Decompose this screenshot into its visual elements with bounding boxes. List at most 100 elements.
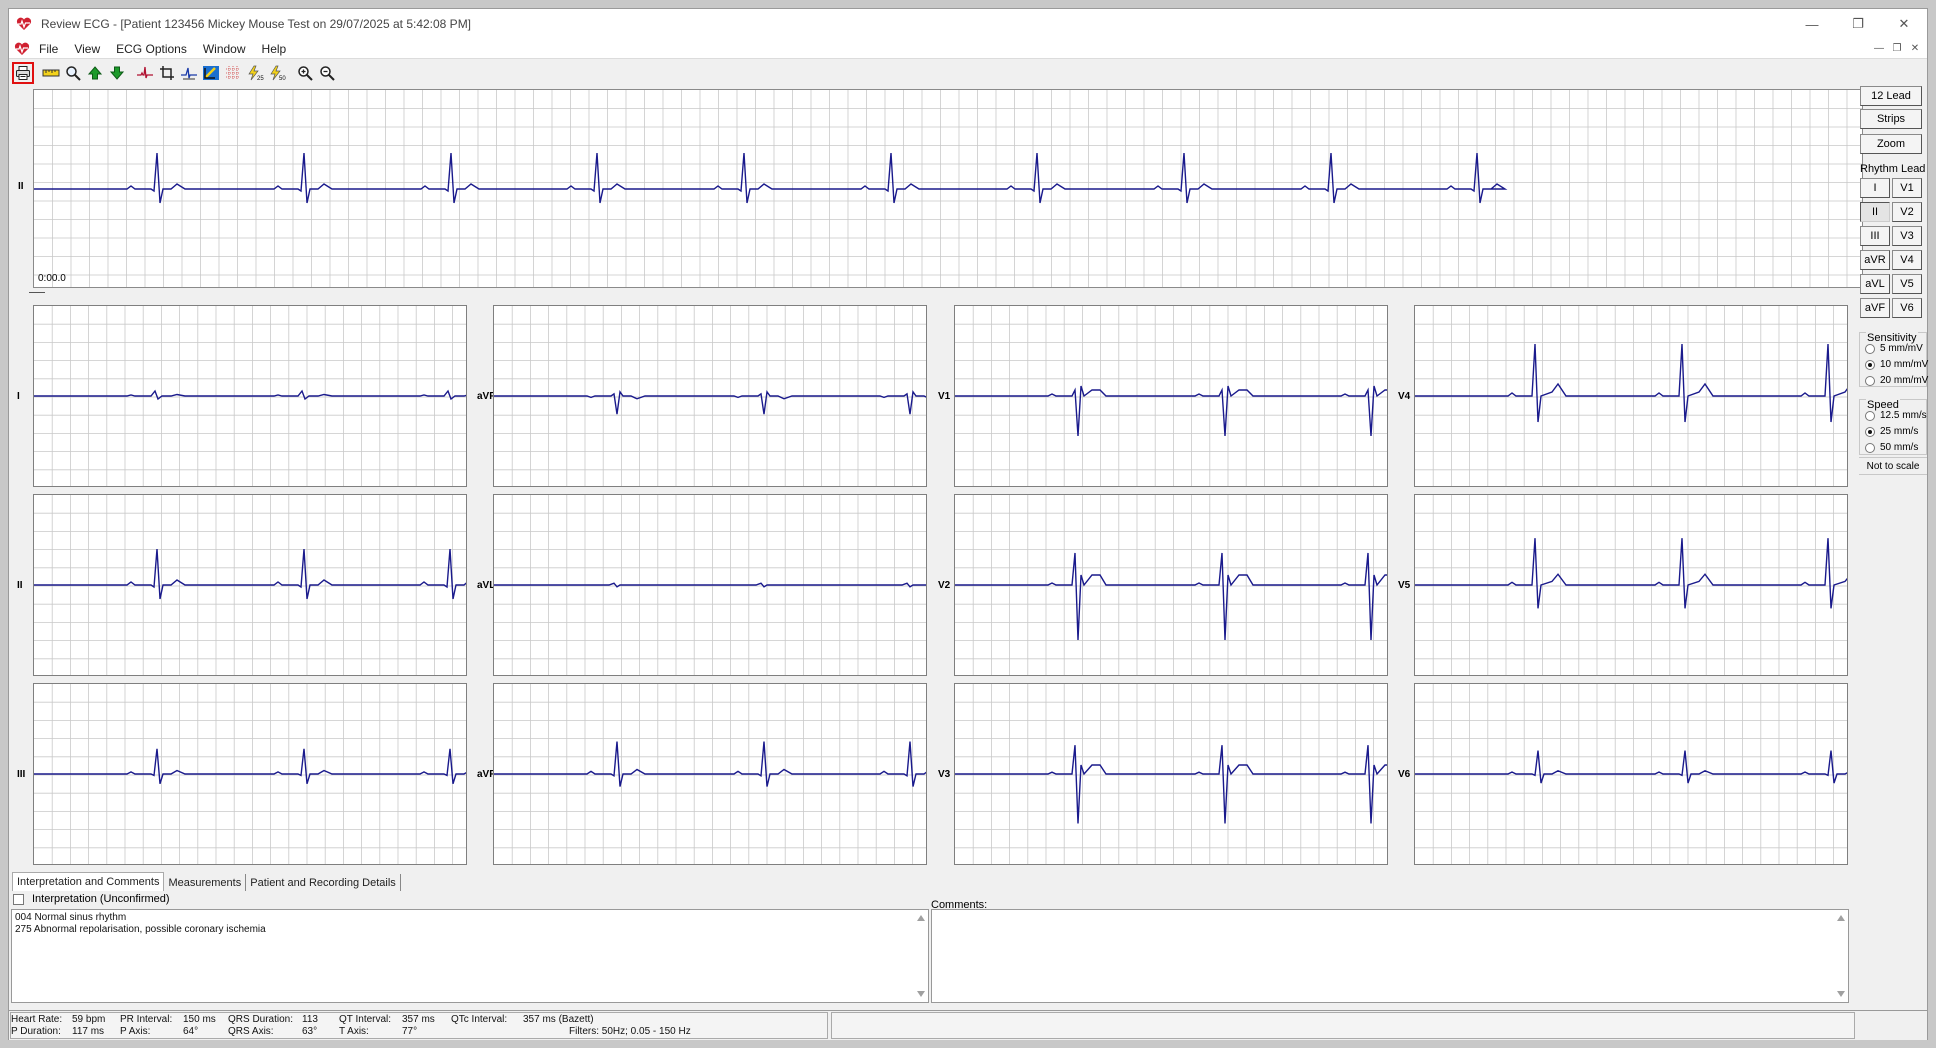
rhythm-lead-button-avf[interactable]: aVF: [1860, 298, 1890, 318]
ecg-trace: [1415, 343, 1847, 423]
sensitivity-5-radio[interactable]: 5 mm/mV: [1865, 343, 1923, 354]
rhythm-lead-button-i[interactable]: I: [1860, 178, 1890, 198]
lead-box-v1[interactable]: [954, 305, 1388, 487]
lead-box-v3[interactable]: [954, 683, 1388, 865]
comments-scrollbar[interactable]: [1835, 910, 1848, 1002]
comments-textbox[interactable]: [931, 909, 1849, 1003]
ecg-trace: [494, 741, 926, 787]
ecg-trace: [34, 748, 466, 785]
lead-box-i[interactable]: [33, 305, 467, 487]
maximize-button[interactable]: ❐: [1835, 9, 1881, 39]
lead-box-avr[interactable]: [493, 305, 927, 487]
sensitivity-10-radio[interactable]: 10 mm/mV: [1865, 359, 1928, 370]
sensitivity-20-radio[interactable]: 20 mm/mV: [1865, 375, 1928, 386]
menu-file[interactable]: File: [31, 42, 66, 56]
p-axis-value: 64°: [183, 1026, 199, 1037]
measure-beat-icon[interactable]: [178, 62, 200, 84]
rhythm-lead-button-v2[interactable]: V2: [1892, 202, 1922, 222]
lead-box-v5[interactable]: [1414, 494, 1848, 676]
rhythm-lead-button-ii[interactable]: II: [1860, 202, 1890, 222]
pr-interval-label: PR Interval:: [120, 1014, 173, 1025]
rhythm-lead-button-iii[interactable]: III: [1860, 226, 1890, 246]
rhythm-strip[interactable]: 0:00.0: [33, 89, 1863, 288]
lead-box-v2[interactable]: [954, 494, 1388, 676]
rhythm-lead-label: II: [18, 181, 24, 192]
child-minimize-icon[interactable]: —: [1871, 41, 1887, 55]
magnifier-icon[interactable]: [62, 62, 84, 84]
interpretation-textbox[interactable]: 004 Normal sinus rhythm 275 Abnormal rep…: [11, 909, 929, 1003]
rhythm-lead-button-avl[interactable]: aVL: [1860, 274, 1890, 294]
caliper-icon[interactable]: [200, 62, 222, 84]
grid-icon[interactable]: [222, 62, 244, 84]
p-duration-label: P Duration:: [11, 1026, 61, 1037]
minimize-button[interactable]: —: [1789, 9, 1835, 39]
qt-interval-label: QT Interval:: [339, 1014, 392, 1025]
qrs-duration-value: 113: [302, 1014, 318, 1025]
zoom-in-icon[interactable]: [294, 62, 316, 84]
lead-box-avl[interactable]: [493, 494, 927, 676]
heart-ecg-icon: [15, 15, 33, 33]
arrow-up-icon[interactable]: [84, 62, 106, 84]
child-restore-icon[interactable]: ❐: [1889, 41, 1905, 55]
menu-view[interactable]: View: [66, 42, 108, 56]
qtc-interval-label: QTc Interval:: [451, 1014, 508, 1025]
ecg-trace: [1415, 750, 1847, 784]
tab-patient-details[interactable]: Patient and Recording Details: [246, 874, 401, 891]
pr-interval-value: 150 ms: [183, 1014, 216, 1025]
rhythm-lead-button-v1[interactable]: V1: [1892, 178, 1922, 198]
rhythm-lead-button-v5[interactable]: V5: [1892, 274, 1922, 294]
ecg-trace: [34, 389, 466, 401]
lead-box-v6[interactable]: [1414, 683, 1848, 865]
crop-icon[interactable]: [156, 62, 178, 84]
close-button[interactable]: ✕: [1881, 9, 1927, 39]
zoom-out-icon[interactable]: [316, 62, 338, 84]
lead-box-iii[interactable]: [33, 683, 467, 865]
review-ecg-window: Review ECG - [Patient 123456 Mickey Mous…: [8, 8, 1928, 1040]
t-axis-label: T Axis:: [339, 1026, 369, 1037]
measurements-summary: Heart Rate: 59 bpm P Duration: 117 ms PR…: [10, 1012, 828, 1039]
strips-button[interactable]: Strips: [1860, 109, 1922, 129]
rhythm-time-label: 0:00.0: [38, 273, 66, 284]
waveform-icon[interactable]: [134, 62, 156, 84]
qtc-interval-value: 357 ms (Bazett): [523, 1014, 594, 1025]
heart-rate-value: 59 bpm: [72, 1014, 106, 1025]
not-to-scale-label: Not to scale: [1859, 457, 1927, 475]
rhythm-lead-button-v6[interactable]: V6: [1892, 298, 1922, 318]
rhythm-lead-button-v4[interactable]: V4: [1892, 250, 1922, 270]
speed-12-5-radio[interactable]: 12.5 mm/s: [1865, 410, 1927, 421]
tab-interpretation[interactable]: Interpretation and Comments: [12, 872, 165, 891]
status-bar: Heart Rate: 59 bpm P Duration: 117 ms PR…: [9, 1010, 1927, 1040]
lead-box-avf[interactable]: [493, 683, 927, 865]
twelve-lead-button[interactable]: 12 Lead: [1860, 86, 1922, 106]
speed-group: Speed 12.5 mm/s 25 mm/s 50 mm/s: [1859, 399, 1927, 455]
rhythm-lead-button-avr[interactable]: aVR: [1860, 250, 1890, 270]
ecg-trace: [955, 552, 1387, 641]
checkbox-box[interactable]: [13, 893, 24, 905]
interpretation-scrollbar[interactable]: [915, 910, 928, 1002]
qrs-axis-value: 63°: [302, 1026, 318, 1037]
zoom-button[interactable]: Zoom: [1860, 134, 1922, 154]
lead-label-v3: V3: [938, 769, 951, 780]
lead-box-ii[interactable]: [33, 494, 467, 676]
ruler-icon[interactable]: [40, 62, 62, 84]
print-icon[interactable]: [12, 62, 34, 84]
interpretation-checkbox[interactable]: Interpretation (Unconfirmed): [13, 893, 170, 905]
child-close-icon[interactable]: ✕: [1907, 41, 1923, 55]
lightning-25-icon[interactable]: 25: [244, 62, 266, 84]
heart-ecg-icon[interactable]: [13, 41, 31, 57]
lead-box-v4[interactable]: [1414, 305, 1848, 487]
menu-bar: File View ECG Options Window Help — ❐ ✕: [9, 39, 1927, 59]
status-pane: [831, 1012, 1855, 1039]
p-axis-label: P Axis:: [120, 1026, 151, 1037]
lightning-50-icon[interactable]: 50: [266, 62, 288, 84]
rhythm-lead-button-v3[interactable]: V3: [1892, 226, 1922, 246]
splitter-handle[interactable]: [29, 292, 45, 293]
arrow-down-icon[interactable]: [106, 62, 128, 84]
menu-help[interactable]: Help: [254, 42, 295, 56]
lead-label-i: I: [17, 391, 20, 402]
speed-50-radio[interactable]: 50 mm/s: [1865, 442, 1918, 453]
speed-25-radio[interactable]: 25 mm/s: [1865, 426, 1918, 437]
menu-ecg-options[interactable]: ECG Options: [108, 42, 195, 56]
menu-window[interactable]: Window: [195, 42, 254, 56]
tab-measurements[interactable]: Measurements: [164, 874, 247, 891]
